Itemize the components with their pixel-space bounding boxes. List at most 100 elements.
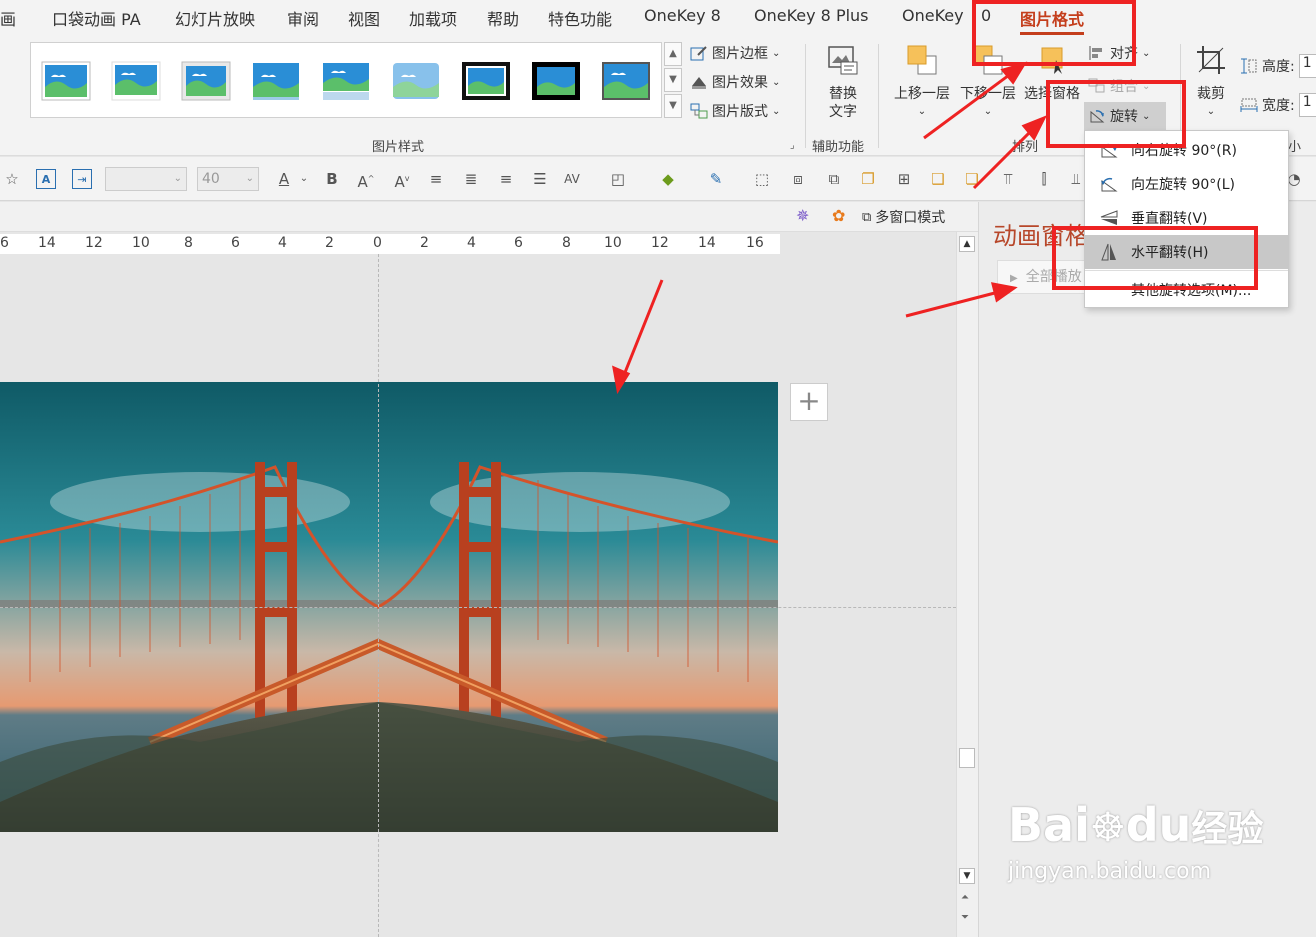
tab-special-features[interactable]: 特色功能 <box>548 6 612 30</box>
add-button[interactable]: + <box>790 383 828 421</box>
rotate-left-icon <box>1101 177 1118 192</box>
gallery-scroll-up-button[interactable]: ▲ <box>664 42 682 66</box>
ruler-label: 8 <box>184 235 193 251</box>
watermark-brand-cn: 经验 <box>1191 809 1264 850</box>
align-left-icon[interactable]: ≡ <box>496 169 516 189</box>
tab-draw[interactable]: 画 <box>0 6 16 30</box>
picture-style-thumbnail[interactable] <box>251 61 301 101</box>
width-field-group: 宽度: 1 <box>1240 93 1316 117</box>
picture-layout-label: 图片版式 <box>712 104 768 120</box>
bring-forward-label: 上移一层 <box>894 86 950 102</box>
font-size-value: 40 <box>202 171 220 187</box>
picture-style-thumbnail[interactable] <box>601 61 651 101</box>
select-icon[interactable]: ⬚ <box>752 169 772 189</box>
ruler-label: 6 <box>231 235 240 251</box>
picture-style-thumbnail[interactable] <box>181 61 231 101</box>
distributed-icon[interactable]: ☰ <box>530 169 550 189</box>
tab-review[interactable]: 审阅 <box>287 6 319 30</box>
width-input[interactable]: 1 <box>1298 93 1316 117</box>
height-icon <box>1241 58 1257 74</box>
layer-icon[interactable]: ❏ <box>962 169 982 189</box>
play-icon: ▶ <box>1010 273 1018 284</box>
ruler-label: 4 <box>278 235 287 251</box>
slide-vertical-scrollbar[interactable]: ▲ ▼ ⏶ ⏷ <box>956 232 978 937</box>
watermark-brand: Bai <box>1008 798 1090 852</box>
previous-slide-icon[interactable]: ⏶ <box>961 892 969 903</box>
scroll-down-button[interactable]: ▼ <box>959 868 975 884</box>
tab-onekey-8-plus[interactable]: OneKey 8 Plus <box>754 6 869 25</box>
alt-text-icon <box>828 46 858 75</box>
baidu-watermark: Bai☸du经验 jingyan.baidu.com <box>1008 800 1263 884</box>
settings-gear-icon[interactable]: ✿ <box>832 206 845 225</box>
picture-style-thumbnail[interactable] <box>321 61 371 101</box>
outline-color-icon[interactable]: ✎ <box>706 169 726 189</box>
ruler-label: 12 <box>85 235 103 251</box>
crop-button[interactable]: 裁剪 ⌄ <box>1190 44 1232 121</box>
scroll-thumb[interactable] <box>959 748 975 768</box>
ruler-label: 6 <box>514 235 523 251</box>
tab-slideshow[interactable]: 幻灯片放映 <box>175 6 255 30</box>
fit-text-icon[interactable]: ⇥ <box>72 169 92 189</box>
fill-color-icon[interactable]: ◆ <box>658 169 678 189</box>
annotation-box-flip-horizontal <box>1052 226 1258 290</box>
ungroup-icon[interactable]: ⧉ <box>824 169 844 189</box>
picture-style-thumbnail[interactable] <box>461 61 511 101</box>
multi-window-label: 多窗口模式 <box>875 210 946 226</box>
magic-icon[interactable]: ✵ <box>796 206 809 225</box>
font-size-dropdown[interactable]: 40 ⌄ <box>197 167 259 191</box>
picture-style-thumbnail[interactable] <box>531 61 581 101</box>
picture-layout-button[interactable]: 图片版式 ⌄ <box>690 101 780 121</box>
chevron-down-icon[interactable]: ⌄ <box>294 169 314 189</box>
arrange-group-label: 排列 <box>1012 140 1039 155</box>
align-center-icon[interactable]: ≡ <box>426 169 446 189</box>
watermark-url: jingyan.baidu.com <box>1008 859 1212 884</box>
gallery-scroll-down-button[interactable]: ▼ <box>664 68 682 92</box>
shapes-icon[interactable]: ◰ <box>608 169 628 189</box>
send-back-icon[interactable]: ❑ <box>928 169 948 189</box>
center-guide-horizontal <box>0 607 956 608</box>
arrange-icon[interactable]: ⊞ <box>894 169 914 189</box>
decrease-font-icon[interactable]: Av <box>392 169 412 191</box>
bring-front-icon[interactable]: ❐ <box>858 169 878 189</box>
next-slide-icon[interactable]: ⏷ <box>961 912 969 923</box>
ruler-label: 2 <box>325 235 334 251</box>
font-color-icon[interactable]: A <box>274 169 294 189</box>
align-middle-icon[interactable]: ⫿ <box>1034 169 1054 189</box>
rotate-left-90-item[interactable]: 向左旋转 90°(L) <box>1085 167 1288 201</box>
ruler-label: 4 <box>467 235 476 251</box>
size-group-label: 小 <box>1288 140 1302 155</box>
picture-style-thumbnail[interactable] <box>41 61 91 101</box>
picture-effects-button[interactable]: 图片效果 ⌄ <box>690 72 780 92</box>
star-icon[interactable]: ☆ <box>2 169 22 189</box>
align-bottom-icon[interactable]: ⫫ <box>1066 169 1086 189</box>
windows-icon: ⧉ <box>862 209 872 225</box>
picture-style-thumbnail[interactable] <box>391 61 441 101</box>
picture-border-button[interactable]: 图片边框 ⌄ <box>690 43 780 63</box>
justify-icon[interactable]: ≣ <box>461 169 481 189</box>
annotation-box-picture-format <box>972 0 1136 66</box>
align-top-icon[interactable]: ⫪ <box>998 169 1018 189</box>
tab-help[interactable]: 帮助 <box>487 6 519 30</box>
tab-onekey[interactable]: OneKey <box>902 6 964 25</box>
tab-onekey-8[interactable]: OneKey 8 <box>644 6 721 25</box>
font-name-dropdown[interactable]: ⌄ <box>105 167 187 191</box>
height-input[interactable]: 1 <box>1298 54 1316 78</box>
gallery-more-button[interactable]: ▼ <box>664 94 682 118</box>
multi-window-button[interactable]: ⧉ 多窗口模式 <box>862 207 945 227</box>
text-box-icon[interactable]: A <box>36 169 56 189</box>
bring-forward-button[interactable]: 上移一层 ⌄ <box>890 44 954 121</box>
picture-style-thumbnail[interactable] <box>111 61 161 101</box>
group-objects-icon[interactable]: ⧈ <box>788 169 808 189</box>
scroll-up-button[interactable]: ▲ <box>959 236 975 252</box>
tab-addins[interactable]: 加载项 <box>409 6 457 30</box>
tab-view[interactable]: 视图 <box>348 6 380 30</box>
increase-font-icon[interactable]: A^ <box>356 169 376 191</box>
height-label: 高度: <box>1262 59 1295 75</box>
bold-icon[interactable]: B <box>322 169 342 189</box>
tab-pocket-animation[interactable]: 口袋动画 PA <box>52 6 141 30</box>
paw-icon: ☸ <box>1089 805 1126 851</box>
width-label: 宽度: <box>1262 98 1295 114</box>
char-spacing-icon[interactable]: AV <box>562 169 582 189</box>
dialog-launcher-icon[interactable]: ⌟ <box>790 140 795 151</box>
alt-text-button[interactable]: 替换 文字 <box>822 44 864 121</box>
